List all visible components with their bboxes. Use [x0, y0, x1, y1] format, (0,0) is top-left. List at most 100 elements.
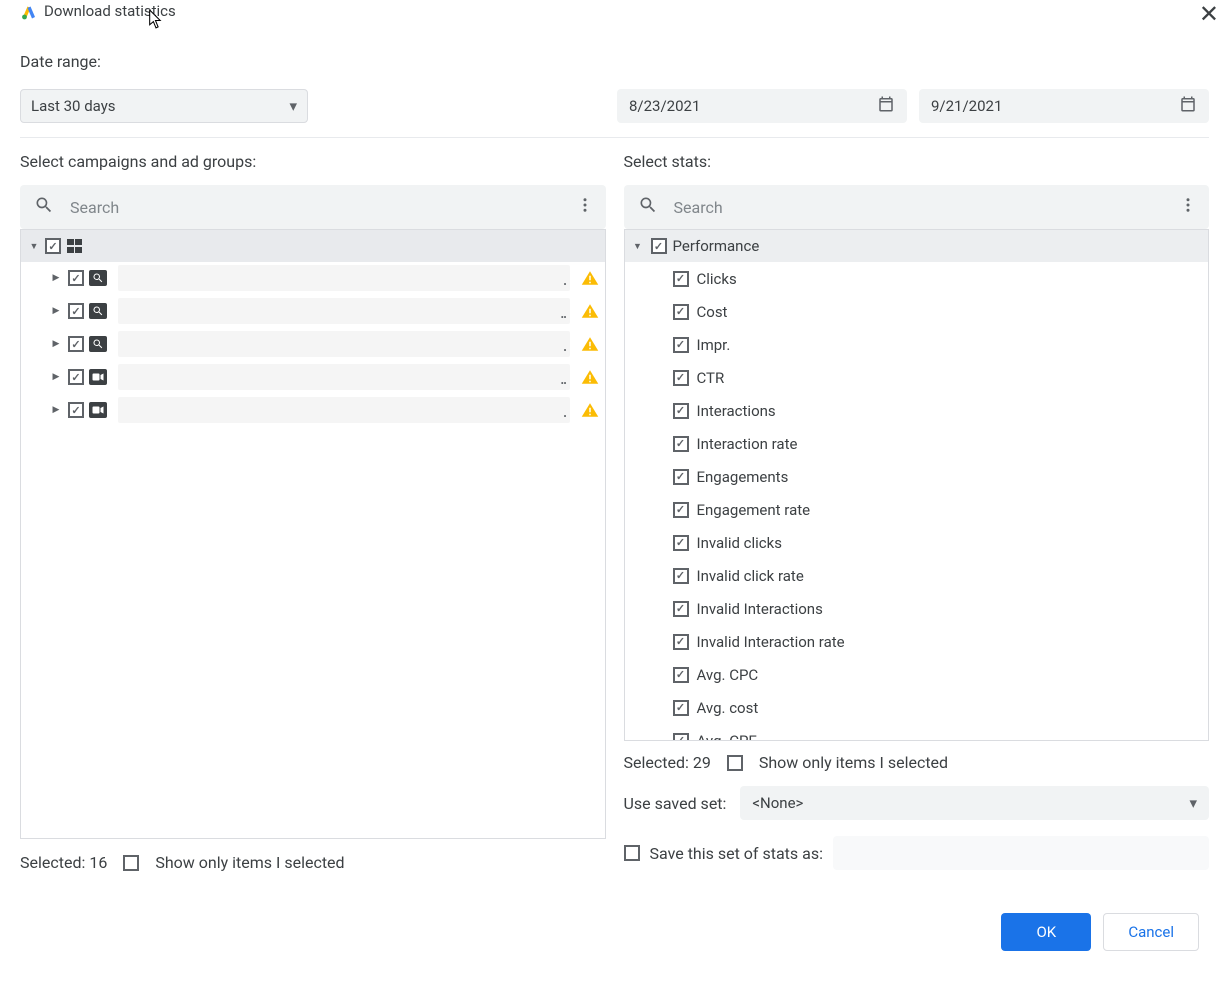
end-date-input[interactable]: 9/21/2021 — [919, 89, 1209, 123]
save-as-input[interactable] — [833, 836, 1209, 870]
campaign-checkbox[interactable] — [68, 303, 84, 319]
stat-row[interactable]: Avg. CPC — [625, 658, 1209, 691]
expand-toggle-icon[interactable] — [49, 273, 63, 283]
ok-button[interactable]: OK — [1001, 913, 1091, 951]
stat-checkbox[interactable] — [673, 370, 689, 386]
date-range-label: Date range: — [20, 52, 1209, 71]
stat-checkbox[interactable] — [673, 601, 689, 617]
end-date-value: 9/21/2021 — [931, 97, 1002, 115]
stats-search-bar — [624, 185, 1210, 229]
cancel-button[interactable]: Cancel — [1103, 913, 1199, 951]
calendar-icon — [1179, 95, 1197, 117]
campaign-name-redacted — [118, 265, 570, 291]
expand-toggle-icon[interactable] — [49, 306, 63, 316]
stat-row[interactable]: Interaction rate — [625, 427, 1209, 460]
stats-group-label: Performance — [673, 237, 760, 255]
campaigns-show-only-checkbox[interactable] — [123, 855, 139, 871]
campaigns-section-label: Select campaigns and ad groups: — [20, 152, 606, 171]
stat-row[interactable]: Interactions — [625, 394, 1209, 427]
warning-icon — [581, 335, 599, 353]
account-grid-icon — [67, 239, 83, 253]
campaign-tree-root[interactable] — [21, 230, 605, 262]
saved-set-dropdown[interactable]: <None> ▾ — [740, 786, 1209, 820]
calendar-icon — [877, 95, 895, 117]
stat-checkbox[interactable] — [673, 634, 689, 650]
stat-label: Avg. CPC — [697, 666, 759, 684]
stat-row[interactable]: Avg. cost — [625, 691, 1209, 724]
group-checkbox[interactable] — [651, 238, 667, 254]
stat-checkbox[interactable] — [673, 337, 689, 353]
expand-toggle-icon[interactable] — [49, 372, 63, 382]
stat-checkbox[interactable] — [673, 403, 689, 419]
stat-checkbox[interactable] — [673, 436, 689, 452]
use-saved-set-label: Use saved set: — [624, 794, 727, 813]
stat-label: Engagement rate — [697, 501, 811, 519]
video-campaign-icon — [89, 369, 107, 385]
warning-icon — [581, 269, 599, 287]
stat-checkbox[interactable] — [673, 667, 689, 683]
campaign-row[interactable] — [21, 295, 605, 328]
stat-row[interactable]: CTR — [625, 361, 1209, 394]
stat-label: Clicks — [697, 270, 737, 288]
stat-label: Engagements — [697, 468, 789, 486]
campaign-name-redacted — [118, 364, 570, 390]
more-menu-icon[interactable] — [572, 192, 598, 222]
expand-toggle-icon[interactable] — [631, 241, 645, 252]
stat-checkbox[interactable] — [673, 304, 689, 320]
stat-checkbox[interactable] — [673, 271, 689, 287]
saved-set-value: <None> — [752, 794, 803, 812]
date-range-preset-value: Last 30 days — [31, 97, 116, 115]
stat-checkbox[interactable] — [673, 502, 689, 518]
stat-row[interactable]: Impr. — [625, 328, 1209, 361]
campaign-checkbox[interactable] — [68, 336, 84, 352]
expand-toggle-icon[interactable] — [49, 405, 63, 415]
save-as-checkbox[interactable] — [624, 845, 640, 861]
stat-row[interactable]: Engagement rate — [625, 493, 1209, 526]
campaign-row[interactable] — [21, 361, 605, 394]
stats-search-input[interactable] — [672, 197, 1176, 218]
stat-label: Invalid clicks — [697, 534, 783, 552]
stat-label: Invalid click rate — [697, 567, 804, 585]
stat-row[interactable]: Avg. CPE — [625, 724, 1209, 741]
close-button[interactable]: ✕ — [1199, 0, 1219, 28]
campaign-checkbox[interactable] — [68, 270, 84, 286]
stat-checkbox[interactable] — [673, 700, 689, 716]
stat-row[interactable]: Clicks — [625, 262, 1209, 295]
stat-checkbox[interactable] — [673, 568, 689, 584]
campaign-row[interactable] — [21, 394, 605, 427]
root-checkbox[interactable] — [45, 238, 61, 254]
search-campaign-icon — [89, 303, 107, 319]
stat-label: CTR — [697, 369, 725, 387]
campaign-checkbox[interactable] — [68, 369, 84, 385]
stat-checkbox[interactable] — [673, 535, 689, 551]
expand-toggle-icon[interactable] — [27, 241, 41, 252]
stats-show-only-checkbox[interactable] — [727, 755, 743, 771]
expand-toggle-icon[interactable] — [49, 339, 63, 349]
stat-checkbox[interactable] — [673, 733, 689, 742]
campaign-row[interactable] — [21, 328, 605, 361]
campaign-checkbox[interactable] — [68, 402, 84, 418]
chevron-down-icon: ▾ — [289, 97, 297, 115]
stat-row[interactable]: Cost — [625, 295, 1209, 328]
stats-show-only-label: Show only items I selected — [759, 753, 948, 772]
search-campaign-icon — [89, 336, 107, 352]
stat-checkbox[interactable] — [673, 469, 689, 485]
stat-label: Interaction rate — [697, 435, 798, 453]
campaign-row[interactable] — [21, 262, 605, 295]
stat-row[interactable]: Invalid click rate — [625, 559, 1209, 592]
stats-section-label: Select stats: — [624, 152, 1210, 171]
campaign-search-input[interactable] — [68, 197, 572, 218]
stat-row[interactable]: Invalid Interaction rate — [625, 625, 1209, 658]
search-icon — [638, 195, 658, 219]
stat-label: Invalid Interactions — [697, 600, 823, 618]
stats-group-performance[interactable]: Performance — [625, 230, 1209, 262]
start-date-input[interactable]: 8/23/2021 — [617, 89, 907, 123]
stats-tree[interactable]: Performance Clicks CostImpr. CTR Interactio… — [624, 229, 1210, 741]
warning-icon — [581, 302, 599, 320]
more-menu-icon[interactable] — [1175, 192, 1201, 222]
stat-row[interactable]: Invalid Interactions — [625, 592, 1209, 625]
stat-label: Invalid Interaction rate — [697, 633, 845, 651]
stat-row[interactable]: Engagements — [625, 460, 1209, 493]
stat-row[interactable]: Invalid clicks — [625, 526, 1209, 559]
date-range-preset-dropdown[interactable]: Last 30 days ▾ — [20, 89, 308, 123]
